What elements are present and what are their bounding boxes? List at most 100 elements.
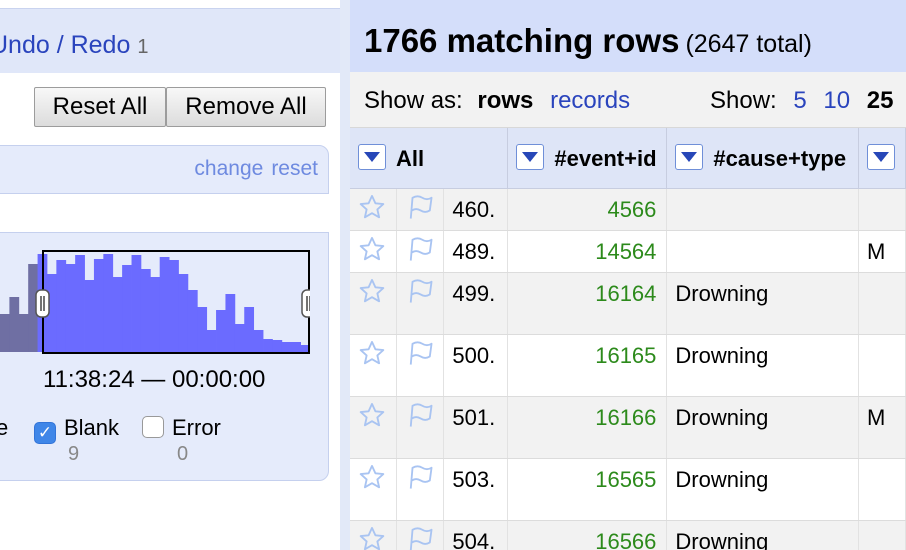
panel-divider[interactable] [340, 0, 350, 550]
flag-icon[interactable] [405, 237, 435, 268]
event-id-cell[interactable]: 16165 [507, 334, 668, 397]
histogram-bar [281, 342, 292, 352]
extra-column-cell[interactable]: M [858, 396, 906, 459]
event-id-cell[interactable]: 16164 [507, 272, 668, 335]
star-icon[interactable] [358, 278, 386, 310]
event-id-cell[interactable]: 14564 [507, 230, 668, 273]
table-header-row: All #event+id #cause+type [350, 128, 906, 189]
total-rows-count: (2647 total) [685, 30, 812, 58]
column-header-label: All [396, 146, 425, 171]
facet-reset-link[interactable]: reset [271, 157, 318, 180]
event-id-cell[interactable]: 16566 [507, 520, 668, 550]
extra-column-cell[interactable] [858, 188, 906, 231]
row-index: 504. [443, 520, 509, 550]
table-row: 460. 4566 [350, 188, 906, 231]
page-size-5-link[interactable]: 5 [793, 87, 806, 114]
star-cell[interactable] [350, 334, 397, 397]
flag-cell[interactable] [396, 520, 445, 550]
flag-icon[interactable] [405, 279, 435, 310]
extra-column-cell[interactable] [858, 334, 906, 397]
left-range-handle[interactable] [35, 289, 50, 318]
flag-cell[interactable] [396, 272, 445, 335]
page-size-10-link[interactable]: 10 [823, 87, 850, 114]
undo-redo-label[interactable]: Undo / Redo [0, 31, 130, 59]
facet-choice-label: Error [172, 415, 221, 440]
event-id-cell[interactable]: 16565 [507, 458, 668, 521]
star-icon[interactable] [358, 402, 386, 434]
star-icon[interactable] [358, 464, 386, 496]
cause-type-cell[interactable]: Drowning [666, 520, 859, 550]
star-icon[interactable] [358, 526, 386, 550]
star-cell[interactable] [350, 272, 397, 335]
flag-icon[interactable] [405, 527, 435, 550]
reset-all-button[interactable]: Reset All [34, 87, 166, 127]
facet-expression-field[interactable] [0, 193, 329, 233]
star-icon[interactable] [358, 236, 386, 268]
right-range-handle[interactable] [301, 289, 310, 318]
row-index: 489. [443, 230, 509, 273]
matching-rows-count: 1766 matching rows [364, 22, 680, 59]
table-row: 504. 16566 Drowning [350, 520, 906, 550]
histogram-bar [103, 254, 114, 352]
extra-column-cell[interactable] [858, 458, 906, 521]
column-header-next [858, 128, 906, 189]
facet-histogram[interactable] [0, 250, 310, 354]
records-mode-link[interactable]: records [550, 87, 630, 114]
histogram-bar [93, 259, 104, 352]
checkbox-icon[interactable] [142, 416, 164, 438]
histogram-bar [0, 314, 10, 352]
facet-range-label: 11:38:24 — 00:00:00 [43, 366, 266, 393]
cause-type-cell[interactable] [666, 230, 859, 273]
histogram-bar [122, 265, 132, 352]
remove-all-button[interactable]: Remove All [166, 87, 326, 127]
cause-type-cell[interactable] [666, 188, 859, 231]
left-panel: Undo / Redo 1 Reset All Remove All chang… [0, 0, 340, 550]
show-as-label: Show as: [364, 87, 463, 114]
event-id-cell[interactable]: 4566 [507, 188, 668, 231]
dropdown-arrow-icon[interactable] [358, 144, 386, 170]
undo-redo-tab[interactable]: Undo / Redo 1 [0, 8, 340, 73]
star-cell[interactable] [350, 396, 397, 459]
flag-cell[interactable] [396, 396, 445, 459]
flag-cell[interactable] [396, 458, 445, 521]
facet-choice-blank[interactable]: ✓ Blank [34, 415, 119, 444]
cause-type-cell[interactable]: Drowning [666, 458, 859, 521]
cause-type-cell[interactable]: Drowning [666, 396, 859, 459]
star-icon[interactable] [358, 194, 386, 226]
facet-choice-error[interactable]: Error [142, 415, 221, 441]
flag-icon[interactable] [405, 341, 435, 372]
column-header-all: All [350, 128, 509, 189]
star-cell[interactable] [350, 458, 397, 521]
event-id-cell[interactable]: 16166 [507, 396, 668, 459]
blank-count: 9 [68, 443, 80, 465]
flag-cell[interactable] [396, 334, 445, 397]
checkmark-icon[interactable]: ✓ [34, 422, 56, 444]
flag-cell[interactable] [396, 230, 445, 273]
dropdown-arrow-icon[interactable] [516, 144, 545, 170]
histogram-bar [253, 330, 264, 352]
extra-column-cell[interactable] [858, 272, 906, 335]
extra-column-cell[interactable]: M [858, 230, 906, 273]
cause-type-cell[interactable]: Drowning [666, 334, 859, 397]
flag-icon[interactable] [405, 465, 435, 496]
dropdown-arrow-icon[interactable] [675, 144, 704, 170]
facet-change-link[interactable]: change [194, 157, 263, 180]
flag-icon[interactable] [405, 195, 435, 226]
flag-icon[interactable] [405, 403, 435, 434]
star-cell[interactable] [350, 188, 397, 231]
flag-cell[interactable] [396, 188, 445, 231]
dropdown-arrow-icon[interactable] [866, 144, 895, 170]
row-index: 501. [443, 396, 509, 459]
undo-redo-link[interactable]: Undo / Redo 1 [0, 31, 148, 60]
star-cell[interactable] [350, 520, 397, 550]
histogram-bar [225, 294, 236, 352]
rows-mode-current: rows [477, 87, 534, 114]
cause-type-cell[interactable]: Drowning [666, 272, 859, 335]
facet-choice-truncated[interactable]: e [0, 415, 8, 441]
star-cell[interactable] [350, 230, 397, 273]
column-header-label: #cause+type [713, 146, 847, 171]
histogram-bar [131, 255, 142, 352]
histogram-bar [18, 314, 29, 352]
extra-column-cell[interactable] [858, 520, 906, 550]
star-icon[interactable] [358, 340, 386, 372]
